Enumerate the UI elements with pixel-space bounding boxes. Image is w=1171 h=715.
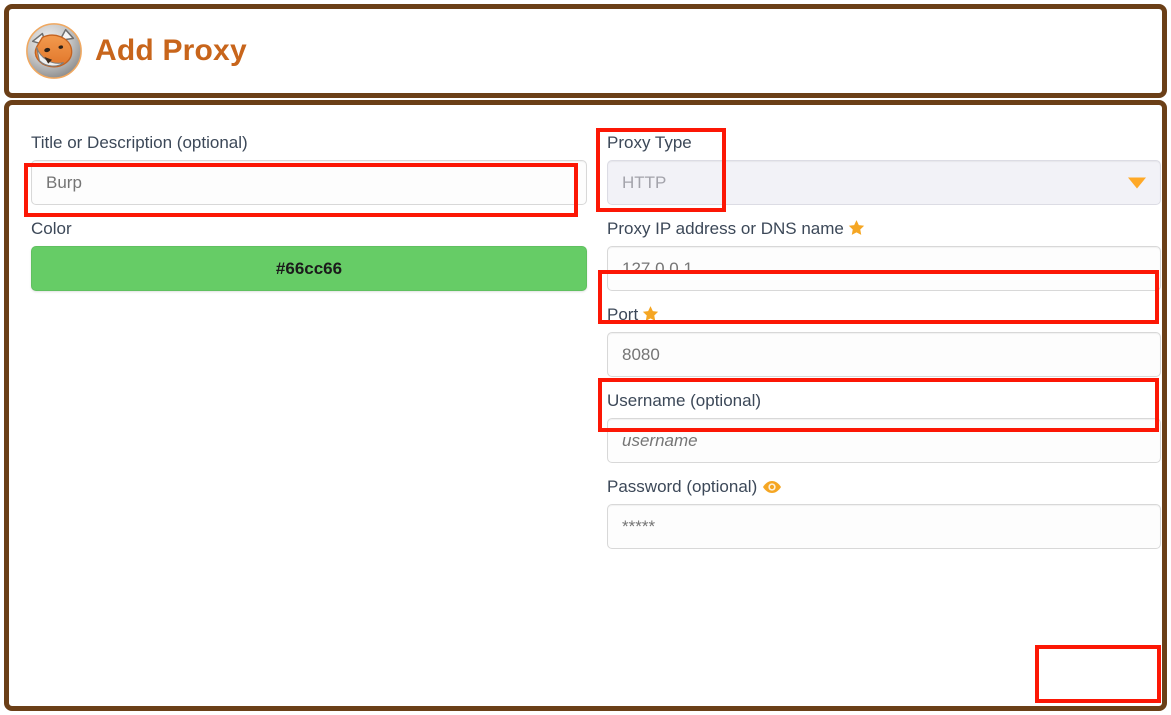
proxy-type-value: HTTP bbox=[622, 173, 667, 192]
proxy-type-label: Proxy Type bbox=[607, 133, 692, 152]
color-field-group: Color #66cc66 bbox=[31, 219, 587, 291]
eye-icon[interactable] bbox=[762, 480, 782, 494]
color-swatch-button[interactable]: #66cc66 bbox=[31, 246, 587, 291]
chevron-down-icon bbox=[1128, 177, 1146, 188]
ip-field-group: Proxy IP address or DNS name bbox=[607, 219, 1161, 291]
port-field-label-text: Port bbox=[607, 305, 639, 324]
ip-field-label-text: Proxy IP address or DNS name bbox=[607, 219, 844, 238]
form-column-left: Title or Description (optional) Color #6… bbox=[31, 133, 587, 300]
password-field-group: Password (optional) bbox=[607, 477, 1161, 549]
dialog-header-panel: Add Proxy bbox=[4, 4, 1167, 98]
password-input[interactable] bbox=[607, 504, 1161, 549]
foxyproxy-fox-icon bbox=[23, 20, 85, 82]
username-input[interactable] bbox=[607, 418, 1161, 463]
password-field-label-text: Password (optional) bbox=[607, 477, 758, 496]
form-column-right: Proxy Type HTTP Proxy IP address or DNS … bbox=[607, 133, 1161, 558]
title-field-label: Title or Description (optional) bbox=[31, 133, 248, 152]
proxy-ip-input[interactable] bbox=[607, 246, 1161, 291]
ip-field-label: Proxy IP address or DNS name bbox=[607, 219, 1161, 239]
proxy-form: Title or Description (optional) Color #6… bbox=[9, 105, 1162, 706]
password-field-label: Password (optional) bbox=[607, 477, 1161, 497]
username-field-group: Username (optional) bbox=[607, 391, 1161, 463]
title-input[interactable] bbox=[31, 160, 587, 205]
username-field-label: Username (optional) bbox=[607, 391, 762, 410]
proxy-type-field-group: Proxy Type HTTP bbox=[607, 133, 1161, 205]
star-icon bbox=[848, 219, 865, 236]
port-field-group: Port bbox=[607, 305, 1161, 377]
dialog-body-panel: Title or Description (optional) Color #6… bbox=[4, 100, 1167, 711]
star-icon bbox=[642, 305, 659, 322]
add-proxy-dialog: Add Proxy Title or Description (optional… bbox=[0, 0, 1171, 715]
port-input[interactable] bbox=[607, 332, 1161, 377]
title-field-group: Title or Description (optional) bbox=[31, 133, 587, 205]
port-field-label: Port bbox=[607, 305, 1161, 325]
page-title: Add Proxy bbox=[95, 34, 247, 67]
color-field-label: Color bbox=[31, 219, 72, 238]
header-content: Add Proxy bbox=[9, 9, 1162, 93]
proxy-type-select[interactable]: HTTP bbox=[607, 160, 1161, 205]
